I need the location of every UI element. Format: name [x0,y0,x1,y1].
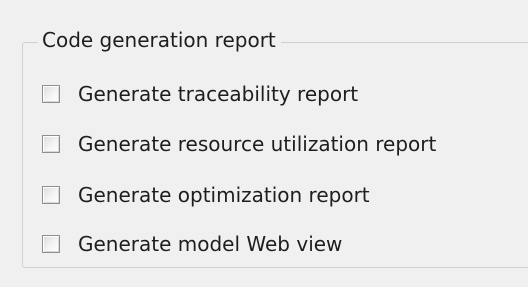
model-web-view-label[interactable]: Generate model Web view [78,231,342,257]
group-title: Code generation report [38,27,281,53]
traceability-report-label[interactable]: Generate traceability report [78,81,358,107]
resource-utilization-report-option[interactable]: Generate resource utilization report [42,129,436,159]
model-web-view-checkbox[interactable] [42,235,60,253]
resource-utilization-report-checkbox[interactable] [42,135,60,153]
settings-panel: Code generation report Generate traceabi… [0,0,528,287]
optimization-report-option[interactable]: Generate optimization report [42,180,370,210]
optimization-report-checkbox[interactable] [42,186,60,204]
traceability-report-checkbox[interactable] [42,85,60,103]
optimization-report-label[interactable]: Generate optimization report [78,182,370,208]
resource-utilization-report-label[interactable]: Generate resource utilization report [78,131,436,157]
model-web-view-option[interactable]: Generate model Web view [42,229,342,259]
traceability-report-option[interactable]: Generate traceability report [42,79,358,109]
